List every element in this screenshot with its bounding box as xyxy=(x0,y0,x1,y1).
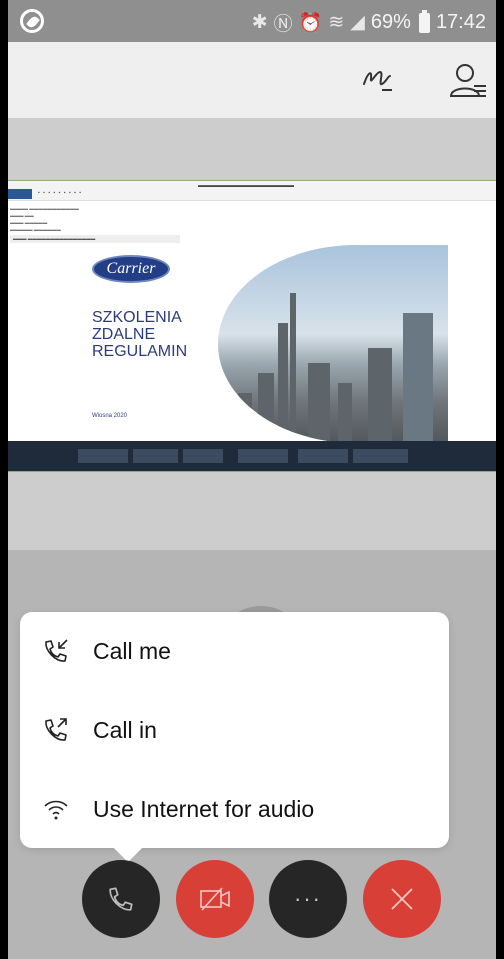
status-right: ✱ Ⓝ ⏰ ≋ ◢ 69% 17:42 xyxy=(252,9,486,36)
audio-button[interactable] xyxy=(82,860,160,938)
participants-icon[interactable] xyxy=(448,62,488,100)
battery-icon xyxy=(418,9,430,33)
annotate-icon[interactable] xyxy=(358,62,398,98)
message-meta: ▬▬▬▬ ▬▬▬▬▬▬▬▬▬▬▬ ▬▬▬ ▬▬ ▬▬▬ ▬▬▬▬▬ ▬▬▬▬▬ ▬▬▬… xyxy=(10,206,79,232)
slide-title-line: ZDALNE xyxy=(92,326,156,343)
call-me-label: Call me xyxy=(93,637,171,664)
video-toggle-button[interactable] xyxy=(176,860,254,938)
call-in-label: Call in xyxy=(93,716,157,743)
leave-icon xyxy=(391,888,413,910)
phone-icon xyxy=(109,887,133,911)
shared-screen[interactable]: ▪ ▪ ▪ ▪ ▪ ▪ ▪ ▪ ▪ ▬▬▬▬▬▬▬▬▬▬▬▬▬▬▬▬ ▬▬▬▬ … xyxy=(8,180,496,472)
attachment-bar: ▬▬▬ ▬▬▬▬▬▬▬▬▬▬▬▬▬▬▬ xyxy=(10,235,180,243)
internet-audio-label: Use Internet for audio xyxy=(93,795,315,822)
slide-title-line: REGULAMIN xyxy=(92,343,188,360)
slide-date: Wiosna 2020 xyxy=(92,413,128,419)
leave-meeting-button[interactable] xyxy=(363,860,441,938)
call-in-option[interactable]: Call in xyxy=(20,695,449,765)
wifi-icon: ≋ xyxy=(328,12,345,33)
shared-screen-area: ▪ ▪ ▪ ▪ ▪ ▪ ▪ ▪ ▪ ▬▬▬▬▬▬▬▬▬▬▬▬▬▬▬▬ ▬▬▬▬ … xyxy=(8,118,496,550)
nfc-icon: Ⓝ xyxy=(273,14,293,35)
app-screen: ✱ Ⓝ ⏰ ≋ ◢ 69% 17:42 ▪ ▪ ▪ ▪ ▪ ▪ ▪ ▪ ▪ ▬▬ xyxy=(8,0,496,959)
outlook-ribbon: ▪ ▪ ▪ ▪ ▪ ▪ ▪ ▪ ▪ ▬▬▬▬▬▬▬▬▬▬▬▬▬▬▬▬ xyxy=(8,181,496,201)
clock: 17:42 xyxy=(435,11,486,33)
video-off-icon xyxy=(200,887,230,911)
slide-title-line: SZKOLENIA xyxy=(92,309,182,326)
window-title: ▬▬▬▬▬▬▬▬▬▬▬▬▬▬▬▬ xyxy=(198,183,294,189)
call-me-option[interactable]: Call me xyxy=(20,616,449,686)
file-tab xyxy=(8,189,32,199)
city-skyline-image xyxy=(218,245,448,443)
call-me-icon xyxy=(45,639,68,662)
ribbon-tabs: ▪ ▪ ▪ ▪ ▪ ▪ ▪ ▪ ▪ xyxy=(38,190,83,196)
battery-percent: 69% xyxy=(370,11,411,33)
call-in-icon xyxy=(45,718,67,741)
status-bar: ✱ Ⓝ ⏰ ≋ ◢ 69% 17:42 xyxy=(8,0,496,42)
signal-icon: ◢ xyxy=(350,12,365,33)
internet-audio-icon xyxy=(44,800,68,820)
bluetooth-icon: ✱ xyxy=(251,12,268,33)
carrier-logo: Carrier xyxy=(92,255,170,283)
app-logo-icon xyxy=(20,9,44,33)
windows-taskbar xyxy=(8,441,496,471)
alarm-icon: ⏰ xyxy=(298,12,323,34)
more-icon: ··· xyxy=(294,886,322,911)
presentation-slide: Carrier SZKOLENIA ZDALNE REGULAMIN Wiosn… xyxy=(8,245,448,443)
audio-options-menu: Call me Call in Use Internet for audio xyxy=(20,612,449,848)
meeting-header xyxy=(8,42,496,118)
slide-title: SZKOLENIA ZDALNE REGULAMIN xyxy=(92,309,187,360)
internet-audio-option[interactable]: Use Internet for audio xyxy=(20,774,449,844)
more-options-button[interactable]: ··· xyxy=(269,860,347,938)
